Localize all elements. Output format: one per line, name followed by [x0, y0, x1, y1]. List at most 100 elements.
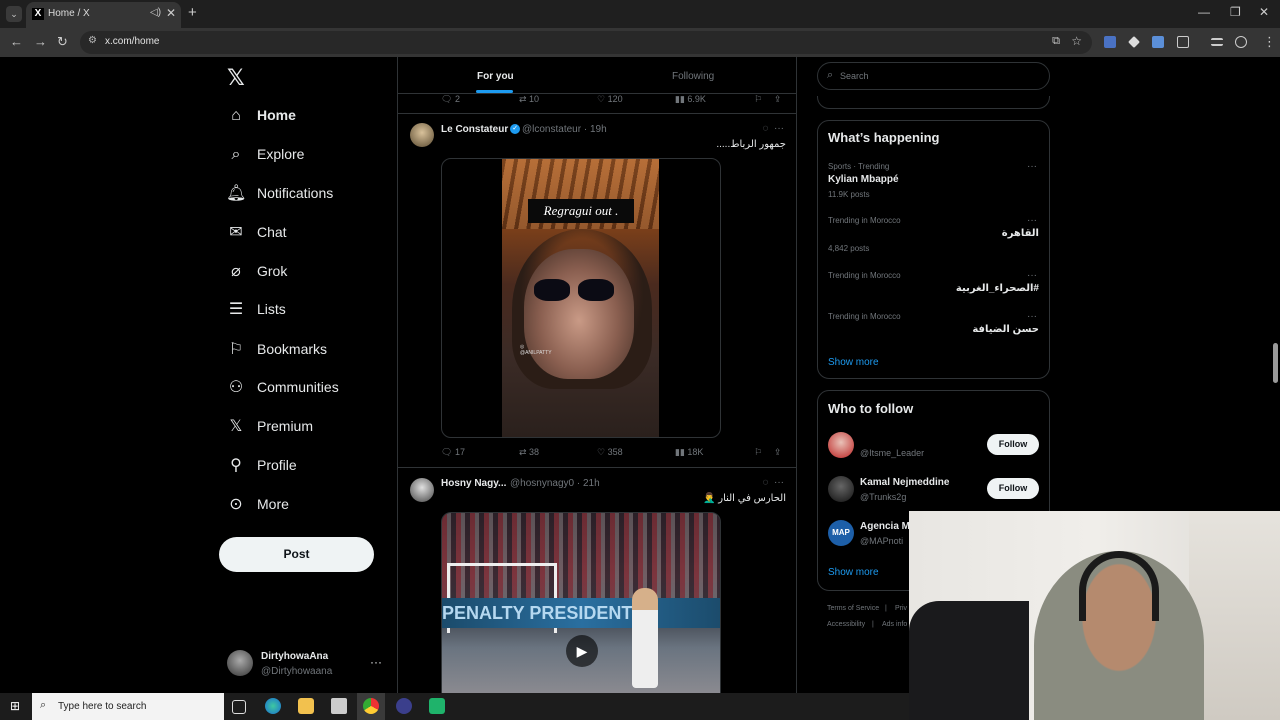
views-button[interactable]: ▮▮ 18K — [675, 447, 703, 458]
trend-name[interactable]: Kylian Mbappé — [828, 174, 899, 185]
like-button[interactable]: ♡ 120 — [597, 94, 623, 105]
post-button[interactable]: Post — [219, 537, 374, 572]
search-input[interactable]: ⌕ Search — [817, 62, 1050, 90]
show-more-link[interactable]: Show more — [828, 567, 879, 578]
tweet-time[interactable]: · 19h — [584, 124, 607, 135]
grok-icon[interactable]: ◌ — [762, 477, 768, 488]
obs-icon[interactable] — [396, 698, 412, 714]
account-name[interactable]: DirtyhowaAna — [261, 651, 328, 662]
more-icon[interactable]: ··· — [774, 477, 784, 488]
chrome-icon[interactable] — [363, 698, 379, 714]
grok-icon[interactable]: ◌ — [762, 123, 768, 134]
follow-handle[interactable]: @Itsme_Leader — [860, 448, 924, 458]
minimize-button[interactable]: — — [1198, 5, 1210, 19]
app-icon[interactable] — [429, 698, 445, 714]
nav-more[interactable]: ⊙ More — [226, 491, 386, 521]
tab-following[interactable]: Following — [672, 71, 714, 82]
close-window-button[interactable]: ✕ — [1259, 5, 1269, 19]
nav-lists[interactable]: ☰ Lists — [226, 296, 386, 326]
footer-terms-link[interactable]: Terms of Service — [827, 605, 879, 612]
nav-profile[interactable]: ⚲ Profile — [226, 452, 386, 482]
trend-more-icon[interactable]: ··· — [1027, 270, 1037, 281]
bookmark-star-icon[interactable]: ☆ — [1071, 34, 1082, 48]
account-more-icon[interactable]: ··· — [370, 655, 382, 669]
new-tab-button[interactable]: + — [188, 4, 197, 21]
nav-explore[interactable]: ⌕ Explore — [226, 141, 386, 171]
trend-name[interactable]: حسن الضيافة — [972, 324, 1039, 335]
trend-name[interactable]: القاهرة — [1002, 228, 1039, 239]
follow-handle[interactable]: @MAPnoti — [860, 536, 903, 546]
forward-arrow-icon[interactable]: → — [34, 34, 47, 49]
trend-more-icon[interactable]: ··· — [1027, 161, 1037, 172]
more-icon[interactable]: ··· — [774, 123, 784, 134]
restore-button[interactable]: ❐ — [1230, 5, 1241, 19]
media-controls-icon[interactable] — [1211, 38, 1223, 46]
like-button[interactable]: ♡ 358 — [597, 447, 623, 458]
tweet-author[interactable]: Le Constateur ✓ — [441, 124, 522, 135]
x-logo-icon[interactable]: 𝕏 — [227, 65, 245, 91]
reply-button[interactable]: 🗨︎ 17 — [441, 447, 465, 458]
account-avatar[interactable] — [227, 650, 253, 676]
tweet-video[interactable]: Regragui out . ◎ @ANILPATTY — [441, 158, 721, 438]
taskbar-search-input[interactable]: ⌕ Type here to search — [32, 693, 224, 720]
tweet-avatar[interactable] — [410, 478, 434, 502]
task-view-icon[interactable] — [232, 700, 246, 714]
repost-button[interactable]: ⇄ 10 — [519, 94, 539, 105]
repost-button[interactable]: ⇄ 38 — [519, 447, 539, 458]
show-more-link[interactable]: Show more — [828, 357, 879, 368]
play-icon[interactable]: ▶ — [566, 635, 598, 667]
tweet-avatar[interactable] — [410, 123, 434, 147]
profile-avatar-icon[interactable] — [1235, 36, 1247, 48]
share-icon[interactable]: ⇪ — [774, 94, 782, 105]
url-text[interactable]: x.com/home — [105, 36, 159, 47]
extensions-puzzle-icon[interactable] — [1177, 36, 1189, 48]
account-handle[interactable]: @Dirtyhowaana — [261, 666, 332, 677]
follow-button[interactable]: Follow — [987, 434, 1039, 455]
follow-button[interactable]: Follow — [987, 478, 1039, 499]
tab-for-you[interactable]: For you — [477, 71, 514, 82]
follow-avatar[interactable] — [828, 432, 854, 458]
file-explorer-icon[interactable] — [298, 698, 314, 714]
trend-more-icon[interactable]: ··· — [1027, 311, 1037, 322]
bookmark-icon[interactable]: ⚐ — [754, 447, 762, 458]
tweet-handle[interactable]: @hosnynagy0 — [510, 478, 574, 489]
reply-button[interactable]: 🗨︎ 2 — [441, 94, 460, 105]
tweet-video[interactable]: PENALTY PRESIDENT ▶ — [441, 512, 721, 693]
views-button[interactable]: ▮▮ 6.9K — [675, 94, 706, 105]
nav-premium[interactable]: 𝕏 Premium — [226, 413, 386, 443]
speaker-icon[interactable]: ◁) — [150, 7, 161, 18]
extension-diamond-icon[interactable] — [1128, 36, 1140, 48]
nav-bookmarks[interactable]: ⚐ Bookmarks — [226, 336, 386, 366]
trend-name[interactable]: #الصحراء_الغربية — [956, 283, 1039, 294]
reload-icon[interactable]: ↻ — [57, 34, 68, 50]
tweet-time[interactable]: · 21h — [577, 478, 600, 489]
tweet-handle[interactable]: @lconstateur — [522, 124, 581, 135]
follow-avatar[interactable]: MAP — [828, 520, 854, 546]
footer-ads-link[interactable]: Ads info — [882, 621, 907, 628]
follow-avatar[interactable] — [828, 476, 854, 502]
close-tab-icon[interactable]: ✕ — [166, 6, 176, 20]
back-arrow-icon[interactable]: ← — [10, 34, 23, 49]
nav-chat[interactable]: ✉ Chat — [226, 219, 386, 249]
nav-notifications[interactable]: 🔔︎ Notifications — [226, 180, 386, 210]
tweet-author-name[interactable]: Hosny Nagy... — [441, 478, 506, 489]
follow-name[interactable]: Kamal Nejmeddine — [860, 477, 949, 488]
footer-privacy-link[interactable]: Priv — [895, 605, 907, 612]
edge-icon[interactable] — [265, 698, 281, 714]
browser-tab[interactable]: X Home / X ◁) ✕ — [26, 2, 181, 28]
nav-grok[interactable]: ⌀ Grok — [226, 258, 386, 288]
site-info-icon[interactable]: ⚙ — [88, 35, 97, 46]
chrome-menu-icon[interactable]: ⋮ — [1263, 34, 1276, 50]
windows-start-icon[interactable]: ⊞ — [10, 699, 20, 713]
tab-search-button[interactable]: ⌄ — [6, 6, 22, 22]
follow-handle[interactable]: @Trunks2g — [860, 492, 906, 502]
store-icon[interactable] — [331, 698, 347, 714]
install-app-icon[interactable]: ⧉ — [1052, 35, 1060, 48]
nav-home[interactable]: ⌂ Home — [226, 102, 386, 132]
follow-name[interactable]: Agencia M — [860, 521, 910, 532]
footer-accessibility-link[interactable]: Accessibility — [827, 621, 865, 628]
address-bar[interactable]: ⚙ x.com/home ⧉ ☆ — [80, 31, 1092, 54]
extension-image-icon[interactable] — [1152, 36, 1164, 48]
scrollbar-thumb[interactable] — [1273, 343, 1278, 383]
trend-more-icon[interactable]: ··· — [1027, 215, 1037, 226]
